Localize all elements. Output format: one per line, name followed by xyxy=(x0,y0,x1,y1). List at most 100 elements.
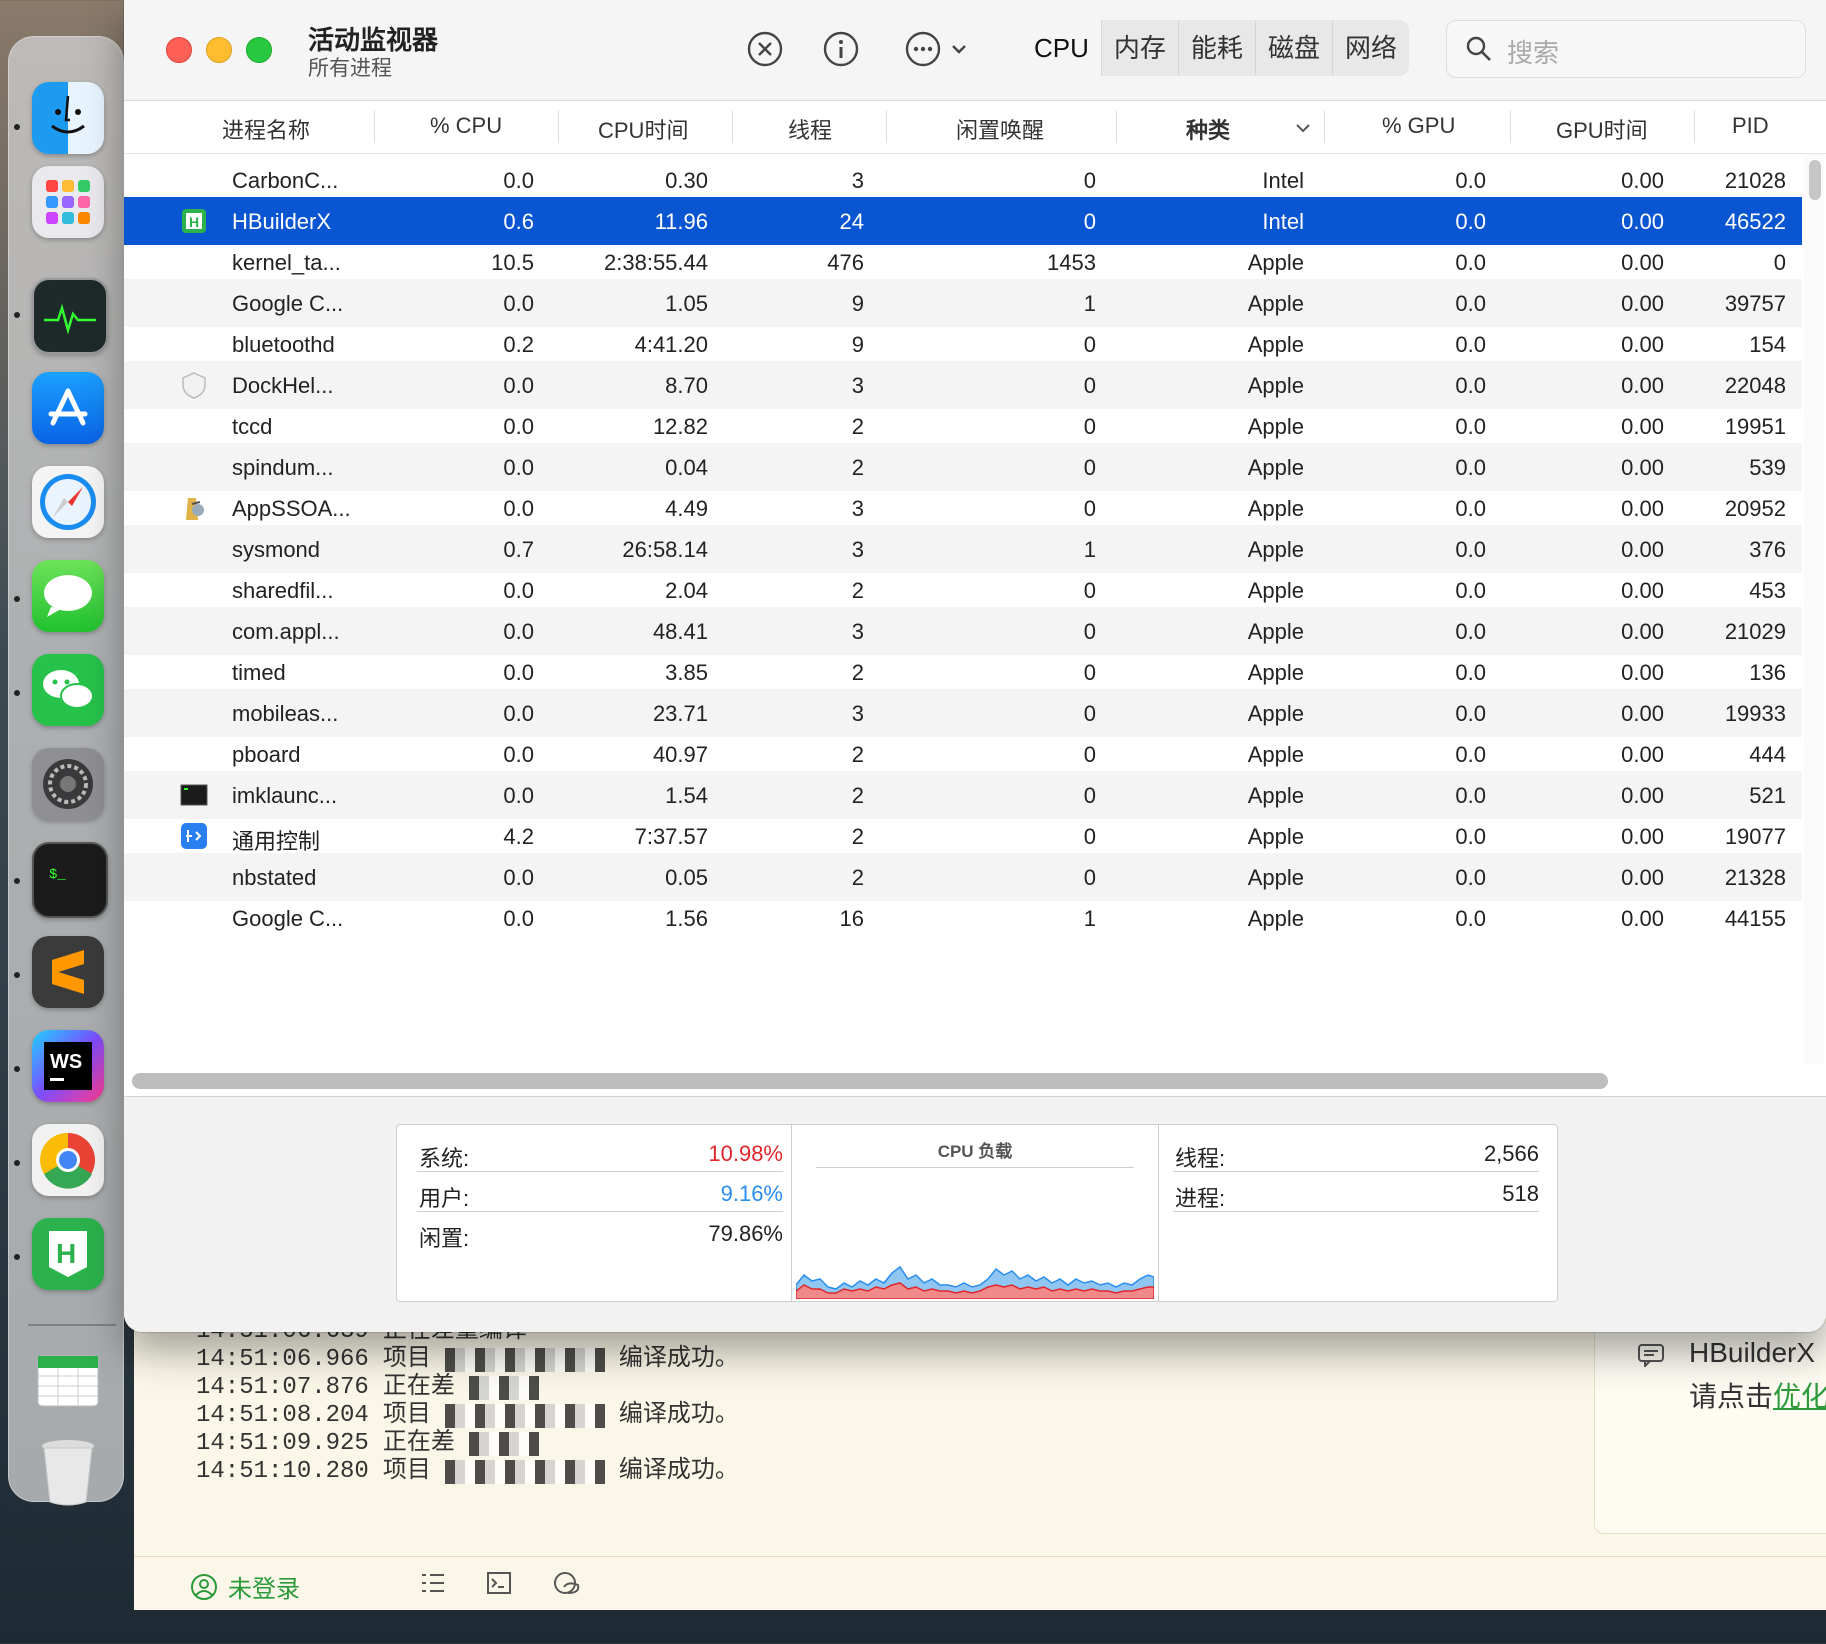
cell-idle: 1453 xyxy=(1047,250,1096,275)
cell-cpu-time: 0.04 xyxy=(665,455,708,480)
table-row[interactable]: Google C... 0.0 1.56 16 1 Apple 0.0 0.00 44155 xyxy=(124,894,1802,942)
cell-pid: 21028 xyxy=(1724,168,1786,193)
tab-energy[interactable]: 能耗 xyxy=(1179,20,1256,76)
cell-gpu: 0.0 xyxy=(1455,373,1486,398)
cell-cpu: 0.0 xyxy=(503,660,534,685)
cell-cpu-time: 1.05 xyxy=(665,291,708,316)
process-table: CarbonC... 0.0 0.30 3 0 Intel 0.0 0.00 21028 H HBu… xyxy=(124,154,1802,1064)
cell-threads: 9 xyxy=(851,332,864,357)
tab-cpu[interactable]: CPU xyxy=(1022,20,1102,76)
cell-cpu-time: 1.54 xyxy=(665,783,708,808)
webstorm-icon[interactable]: WS xyxy=(32,1030,104,1102)
more-actions-button[interactable] xyxy=(904,30,970,68)
tip-link[interactable]: 优化 xyxy=(1773,1381,1826,1412)
inspect-process-button[interactable] xyxy=(822,30,860,68)
tab-memory[interactable]: 内存 xyxy=(1102,20,1179,76)
cell-gpu: 0.0 xyxy=(1455,619,1486,644)
safari-icon[interactable] xyxy=(32,466,104,538)
column-divider xyxy=(886,111,887,143)
terminal-icon[interactable]: $_ xyxy=(32,842,108,918)
cell-name: Google C... xyxy=(232,291,344,316)
cell-kind: Apple xyxy=(1247,660,1304,685)
cell-gpu-time: 0.00 xyxy=(1621,660,1664,685)
cell-cpu-time: 0.05 xyxy=(665,865,708,890)
cell-gpu-time: 0.00 xyxy=(1621,496,1664,521)
column-header-gpu-time[interactable]: GPU时间 xyxy=(1556,113,1648,145)
chevron-down-icon xyxy=(952,45,966,54)
cell-cpu: 0.0 xyxy=(503,906,534,931)
scrollbar-thumb[interactable] xyxy=(1809,160,1821,200)
cell-cpu-time: 4:41.20 xyxy=(634,332,708,357)
column-header-pid[interactable]: PID xyxy=(1732,113,1769,139)
cell-pid: 22048 xyxy=(1724,373,1786,398)
column-header-cpu-time[interactable]: CPU时间 xyxy=(598,113,688,145)
cell-kind: Apple xyxy=(1247,783,1304,808)
finder-icon[interactable] xyxy=(32,82,104,154)
sublime-text-icon[interactable] xyxy=(32,936,104,1008)
numbers-icon[interactable] xyxy=(32,1342,104,1414)
activity-monitor-icon[interactable] xyxy=(32,278,108,354)
cell-gpu: 0.0 xyxy=(1455,496,1486,521)
tab-network[interactable]: 网络 xyxy=(1333,20,1409,76)
cell-pid: 521 xyxy=(1749,783,1786,808)
cell-cpu-time: 12.82 xyxy=(652,414,708,439)
cell-threads: 2 xyxy=(851,865,864,890)
search-input[interactable]: 搜索 xyxy=(1446,20,1806,78)
hbuilderx-statusbar: 未登录 xyxy=(134,1556,1826,1609)
wechat-icon[interactable] xyxy=(32,654,104,726)
svg-text:H: H xyxy=(189,214,199,230)
launchpad-icon[interactable] xyxy=(32,166,104,238)
cell-name: mobileas... xyxy=(232,701,339,726)
process-counts: 线程: 2,566 进程: 518 xyxy=(1157,1125,1557,1301)
list-icon[interactable] xyxy=(420,1571,446,1595)
redacted-text xyxy=(444,1404,605,1428)
cell-idle: 1 xyxy=(1083,906,1096,931)
column-divider xyxy=(1116,111,1117,143)
terminal-small-icon xyxy=(180,781,208,809)
cell-gpu: 0.0 xyxy=(1455,906,1486,931)
app-store-icon[interactable] xyxy=(32,372,104,444)
column-header-gpu[interactable]: % GPU xyxy=(1382,113,1455,139)
stop-process-button[interactable] xyxy=(746,30,784,68)
zoom-window-button[interactable] xyxy=(246,37,272,63)
tab-disk[interactable]: 磁盘 xyxy=(1256,20,1333,76)
cell-kind: Intel xyxy=(1262,209,1304,234)
cell-threads: 2 xyxy=(851,414,864,439)
system-usage-value: 10.98% xyxy=(708,1141,783,1166)
vertical-scrollbar[interactable] xyxy=(1804,154,1824,1064)
cloud-icon[interactable] xyxy=(552,1571,582,1595)
tip-text: 请点击优化 xyxy=(1689,1375,1826,1415)
cpu-usage-breakdown: 系统: 10.98% 用户: 9.16% 闲置: 79.86% xyxy=(397,1125,791,1301)
dock-running-indicator xyxy=(14,972,20,978)
column-header-idle-wakeups[interactable]: 闲置唤醒 xyxy=(956,113,1044,145)
cell-threads: 2 xyxy=(851,660,864,685)
horizontal-scrollbar[interactable] xyxy=(132,1073,1608,1089)
dock-running-indicator xyxy=(14,1160,20,1166)
close-window-button[interactable] xyxy=(166,37,192,63)
column-header-kind[interactable]: 种类 xyxy=(1186,113,1230,145)
cell-pid: 444 xyxy=(1749,742,1786,767)
cell-kind: Apple xyxy=(1247,742,1304,767)
hbuilderx-icon[interactable]: H xyxy=(32,1218,104,1290)
column-header-cpu[interactable]: % CPU xyxy=(430,113,502,139)
column-header-name[interactable]: 进程名称 xyxy=(222,113,310,145)
trash-icon[interactable] xyxy=(32,1436,104,1508)
tip-title: HBuilderX xyxy=(1689,1337,1816,1368)
table-header: 进程名称 % CPU CPU时间 线程 闲置唤醒 种类 % GPU GPU时间 … xyxy=(124,101,1826,154)
minimize-window-button[interactable] xyxy=(206,37,232,63)
cell-cpu: 0.0 xyxy=(503,455,534,480)
cell-cpu: 0.0 xyxy=(503,496,534,521)
system-settings-icon[interactable] xyxy=(32,748,104,820)
cell-cpu-time: 2:38:55.44 xyxy=(604,250,708,275)
cell-gpu: 0.0 xyxy=(1455,537,1486,562)
cell-gpu-time: 0.00 xyxy=(1621,865,1664,890)
messages-icon[interactable] xyxy=(32,560,104,632)
chrome-icon[interactable] xyxy=(32,1124,104,1196)
cell-gpu: 0.0 xyxy=(1455,209,1486,234)
cell-name: CarbonC... xyxy=(232,168,339,193)
sort-chevron-icon[interactable] xyxy=(1294,119,1312,137)
login-status[interactable]: 未登录 xyxy=(190,1569,300,1604)
console-icon[interactable] xyxy=(486,1571,512,1595)
column-header-threads[interactable]: 线程 xyxy=(788,113,832,145)
cell-idle: 0 xyxy=(1083,455,1096,480)
